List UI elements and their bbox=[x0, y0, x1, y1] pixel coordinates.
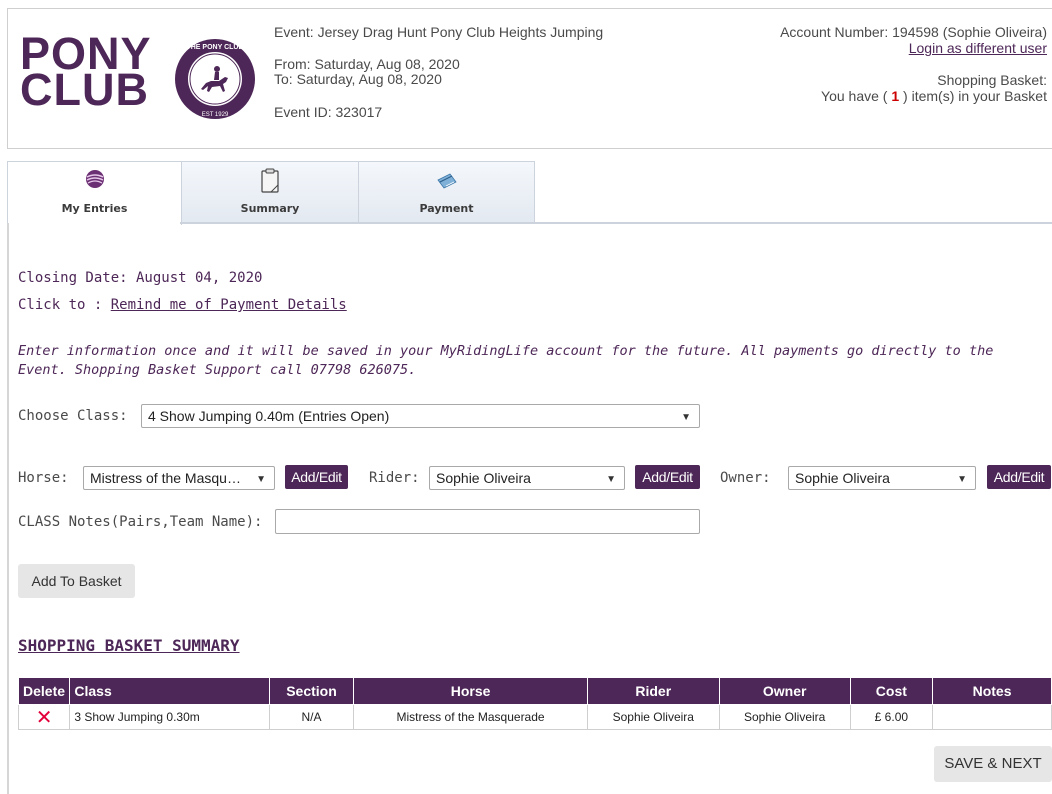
basket-title: Shopping Basket: bbox=[937, 72, 1047, 88]
basket-count-text: You have ( 1 ) item(s) in your Basket bbox=[627, 89, 1047, 104]
owner-label: Owner: bbox=[720, 470, 771, 486]
content-border bbox=[7, 223, 9, 794]
payment-card-icon bbox=[436, 173, 457, 189]
row-horse: Mistress of the Masquerade bbox=[353, 704, 588, 730]
row-class: 3 Show Jumping 0.30m bbox=[69, 704, 270, 730]
info-note: Enter information once and it will be sa… bbox=[18, 343, 994, 378]
owner-select[interactable]: Sophie Oliveira ▼ bbox=[788, 466, 976, 490]
basket-count: 1 bbox=[891, 88, 900, 104]
row-cost: £ 6.00 bbox=[849, 704, 934, 730]
login-link-wrap: Login as different user bbox=[627, 41, 1047, 56]
horse-label: Horse: bbox=[18, 470, 69, 486]
class-notes-input[interactable] bbox=[275, 509, 700, 534]
remind-payment-details-link[interactable]: Remind me of Payment Details bbox=[111, 297, 347, 313]
basket-table-header: Delete Class Section Horse Rider Owner C… bbox=[17, 677, 1052, 705]
account-number: Account Number: 194598 (Sophie Oliveira) bbox=[780, 24, 1047, 40]
tab-payment-label: Payment bbox=[419, 202, 474, 215]
basket-table: Delete Class Section Horse Rider Owner C… bbox=[17, 677, 1052, 730]
horse-add-edit-button[interactable]: Add/Edit bbox=[285, 465, 348, 489]
clipboard-icon bbox=[261, 168, 279, 193]
pony-club-seal-logo: THE PONY CLUB EST 1929 bbox=[175, 39, 255, 119]
owner-add-edit-button[interactable]: Add/Edit bbox=[987, 465, 1051, 489]
rider-value: Sophie Oliveira bbox=[436, 470, 531, 486]
click-to-label: Click to : bbox=[18, 297, 111, 313]
col-owner: Owner bbox=[718, 677, 851, 705]
svg-text:EST 1929: EST 1929 bbox=[202, 112, 229, 118]
chevron-down-icon: ▼ bbox=[256, 474, 266, 485]
rider-label: Rider: bbox=[369, 470, 420, 486]
save-next-button[interactable]: SAVE & NEXT bbox=[934, 746, 1052, 782]
choose-class-value: 4 Show Jumping 0.40m (Entries Open) bbox=[148, 408, 390, 424]
tab-divider bbox=[180, 222, 1052, 224]
login-different-user-link[interactable]: Login as different user bbox=[909, 40, 1047, 56]
delete-icon[interactable]: ✕ bbox=[36, 705, 53, 729]
col-notes: Notes bbox=[932, 677, 1052, 705]
col-class: Class bbox=[69, 677, 270, 705]
event-to-date: To: Saturday, Aug 08, 2020 bbox=[274, 71, 442, 87]
remind-row: Click to : Remind me of Payment Details bbox=[18, 297, 347, 313]
basket-summary-title: SHOPPING BASKET SUMMARY bbox=[18, 636, 240, 655]
row-owner: Sophie Oliveira bbox=[718, 704, 851, 730]
col-cost: Cost bbox=[849, 677, 934, 705]
col-rider: Rider bbox=[586, 677, 720, 705]
col-delete: Delete bbox=[17, 677, 71, 705]
closing-date: Closing Date: August 04, 2020 bbox=[18, 270, 263, 286]
tab-my-entries-label: My Entries bbox=[61, 202, 128, 215]
basket-suffix: ) item(s) in your Basket bbox=[899, 88, 1047, 104]
event-id: Event ID: 323017 bbox=[274, 104, 383, 120]
choose-class-select[interactable]: 4 Show Jumping 0.40m (Entries Open) ▼ bbox=[141, 404, 700, 428]
choose-class-label: Choose Class: bbox=[18, 408, 128, 424]
basket-prefix: You have ( bbox=[821, 88, 892, 104]
horse-select[interactable]: Mistress of the Masqu… ▼ bbox=[83, 466, 275, 490]
horse-value: Mistress of the Masqu… bbox=[90, 470, 241, 486]
class-notes-label: CLASS Notes(Pairs,Team Name): bbox=[18, 514, 263, 530]
tab-my-entries[interactable]: My Entries bbox=[7, 161, 182, 225]
tab-summary-label: Summary bbox=[240, 202, 300, 215]
my-entries-icon bbox=[85, 170, 104, 188]
tab-payment[interactable]: Payment bbox=[358, 161, 535, 223]
rider-add-edit-button[interactable]: Add/Edit bbox=[635, 465, 700, 489]
col-section: Section bbox=[268, 677, 355, 705]
tab-summary[interactable]: Summary bbox=[181, 161, 359, 223]
event-header: PONY CLUB THE PONY CLUB EST 1929 Event: … bbox=[7, 8, 1052, 149]
chevron-down-icon: ▼ bbox=[606, 474, 616, 485]
chevron-down-icon: ▼ bbox=[957, 474, 967, 485]
event-from-date: From: Saturday, Aug 08, 2020 bbox=[274, 56, 460, 72]
row-section: N/A bbox=[268, 704, 355, 730]
pony-club-logo-text: PONY CLUB bbox=[20, 31, 152, 115]
chevron-down-icon: ▼ bbox=[681, 412, 691, 423]
rider-select[interactable]: Sophie Oliveira ▼ bbox=[429, 466, 625, 490]
logo-line-2: CLUB bbox=[20, 64, 149, 115]
owner-value: Sophie Oliveira bbox=[795, 470, 890, 486]
col-horse: Horse bbox=[353, 677, 588, 705]
add-to-basket-button[interactable]: Add To Basket bbox=[18, 564, 135, 598]
row-notes bbox=[932, 704, 1052, 730]
table-row: ✕ 3 Show Jumping 0.30m N/A Mistress of t… bbox=[17, 704, 1052, 730]
event-name: Event: Jersey Drag Hunt Pony Club Height… bbox=[274, 24, 604, 40]
delete-cell: ✕ bbox=[17, 704, 71, 730]
svg-text:THE PONY CLUB: THE PONY CLUB bbox=[186, 44, 243, 51]
row-rider: Sophie Oliveira bbox=[586, 704, 720, 730]
